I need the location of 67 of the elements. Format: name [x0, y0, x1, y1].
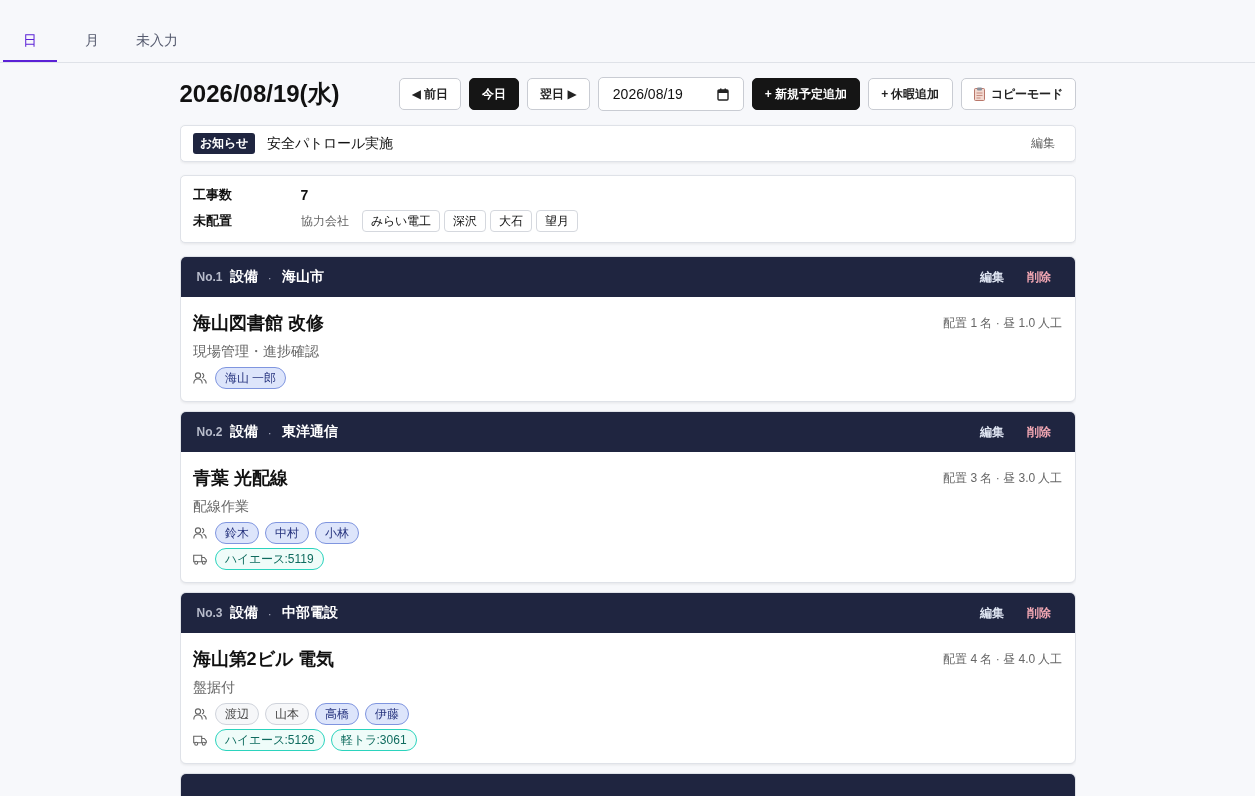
toolbar-button[interactable]: 今日 [469, 78, 520, 110]
delete-link[interactable]: 削除 [1010, 423, 1059, 441]
staff-tag[interactable]: 小林 [314, 522, 359, 544]
toolbar-button[interactable]: ◀ 前日 [398, 78, 462, 110]
tab[interactable]: 日 [3, 24, 57, 62]
notice-text: 安全パトロール実施 [266, 134, 394, 153]
partner-tag[interactable]: みらい電工 [361, 210, 440, 232]
staff-tag[interactable]: 海山 一郎 [214, 367, 286, 389]
job-title: 海山第2ビル 電気 [192, 648, 334, 671]
toolbar-button[interactable]: + 休暇追加 [868, 78, 953, 110]
separator-dot: · [266, 605, 273, 621]
tab[interactable]: 月 [65, 24, 119, 62]
job-stats: 配置 1 名 · 昼 1.0 人工 [943, 314, 1063, 332]
partner-tag[interactable]: 望月 [535, 210, 578, 232]
job-task: 盤据付 [192, 679, 236, 697]
staff-tag[interactable]: 渡辺 [214, 703, 259, 725]
job-category: 設備 [229, 423, 258, 441]
vehicle-tag[interactable]: ハイエース:5119 [214, 548, 324, 570]
people-icon [192, 372, 207, 384]
job-number: No.3 [196, 606, 223, 620]
truck-icon [192, 734, 207, 746]
staff-tag[interactable]: 鈴木 [214, 522, 259, 544]
job-number: No.1 [196, 270, 223, 284]
separator-dot: · [266, 424, 273, 440]
job-category: 設備 [229, 604, 258, 622]
people-icon [192, 708, 207, 720]
delete-link[interactable]: 削除 [1010, 604, 1059, 622]
partner-label: 協力会社 [300, 212, 349, 230]
job-stats: 配置 3 名 · 昼 3.0 人工 [943, 469, 1063, 487]
vehicle-tag[interactable]: 軽トラ:3061 [330, 729, 417, 751]
notice-badge: お知らせ [192, 133, 255, 154]
date-heading: 2026/08/19(水) [179, 79, 340, 109]
toolbar-button[interactable]: コピーモード [960, 78, 1076, 110]
job-stats: 配置 4 名 · 昼 4.0 人工 [943, 650, 1063, 668]
client-name: 海山市 [281, 268, 325, 286]
tab[interactable]: 未入力 [127, 24, 187, 62]
edit-link[interactable]: 編集 [1022, 135, 1063, 152]
edit-link[interactable]: 編集 [963, 268, 1004, 286]
staff-tag[interactable]: 高橋 [314, 703, 359, 725]
edit-link[interactable]: 編集 [963, 423, 1004, 441]
staff-tag[interactable]: 伊藤 [364, 703, 409, 725]
client-name: 東洋通信 [281, 423, 339, 441]
job-task: 現場管理・進捗確認 [192, 343, 320, 361]
separator-dot: · [266, 269, 273, 285]
summary-label: 未配置 [192, 212, 233, 230]
summary-label: 工事数 [192, 186, 233, 204]
job-title: 青葉 光配線 [192, 467, 288, 490]
toolbar-button[interactable]: + 新規予定追加 [751, 78, 861, 110]
partner-tag[interactable]: 大石 [489, 210, 532, 232]
client-name: 中部電設 [281, 604, 339, 622]
vehicle-tag[interactable]: ハイエース:5126 [214, 729, 325, 751]
people-icon [192, 527, 207, 539]
delete-link[interactable]: 削除 [1010, 268, 1059, 286]
truck-icon [192, 553, 207, 565]
staff-tag[interactable]: 山本 [264, 703, 309, 725]
clipboard-icon [973, 87, 985, 101]
date-field[interactable]: 2026/08/19 [597, 77, 744, 111]
edit-link[interactable]: 編集 [963, 604, 1004, 622]
job-title: 海山図書館 改修 [192, 312, 324, 335]
calendar-icon [716, 87, 729, 101]
toolbar-button[interactable]: 翌日 ▶ [527, 78, 590, 110]
staff-tag[interactable]: 中村 [264, 522, 309, 544]
job-category: 設備 [229, 268, 258, 286]
job-number: No.2 [196, 425, 223, 439]
job-count: 7 [300, 187, 310, 203]
partner-tag[interactable]: 深沢 [443, 210, 486, 232]
job-task: 配線作業 [192, 498, 250, 516]
